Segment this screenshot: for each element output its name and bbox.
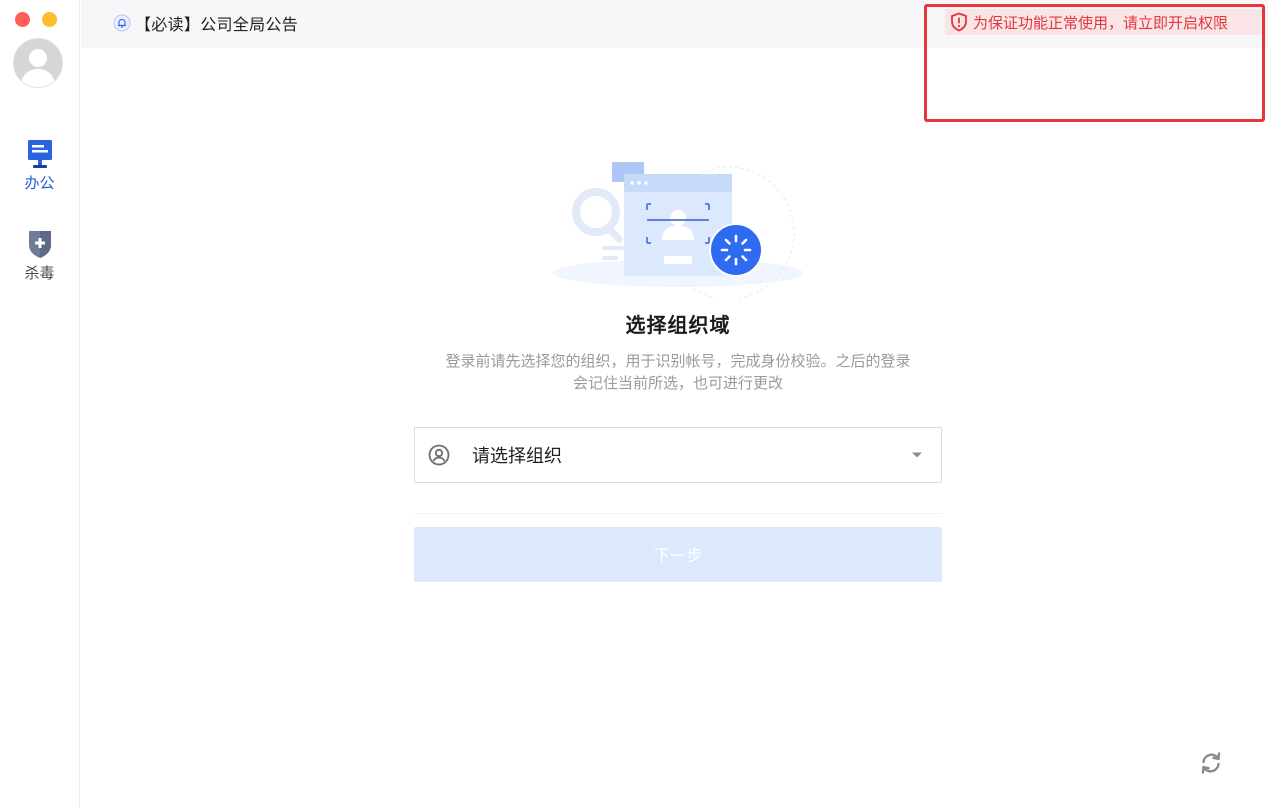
announcement-link[interactable]: 【必读】公司全局公告	[113, 11, 298, 35]
avatar[interactable]	[13, 38, 63, 88]
page-description: 登录前请先选择您的组织，用于识别帐号，完成身份校验。之后的登录 会记住当前所选，…	[414, 350, 942, 394]
next-button[interactable]: 下一步	[414, 527, 942, 582]
refresh-icon[interactable]	[1198, 750, 1224, 776]
caret-down-icon	[912, 452, 922, 458]
shield-alert-icon	[951, 12, 967, 32]
organization-select[interactable]: 请选择组织	[414, 427, 942, 483]
page-title: 选择组织域	[625, 313, 731, 337]
divider	[414, 513, 942, 514]
sidebar-item-label: 办公	[24, 174, 55, 192]
app-window: 办公 杀毒 【必读】公司全局公告 为保证功能正常使用，请立即开启权限 选择组织域…	[0, 0, 1268, 808]
antivirus-shield-icon	[28, 231, 51, 258]
organization-select-value: 请选择组织	[472, 446, 562, 467]
bell-icon	[113, 14, 131, 32]
description-line: 登录前请先选择您的组织，用于识别帐号，完成身份校验。之后的登录	[445, 352, 911, 370]
window-close-button[interactable]	[15, 12, 30, 27]
sidebar-item-office[interactable]: 办公	[0, 138, 79, 192]
office-desktop-icon	[27, 140, 52, 168]
description-line: 会记住当前所选，也可进行更改	[572, 374, 783, 392]
org-scan-loading-illustration	[553, 162, 803, 298]
window-minimize-button[interactable]	[42, 12, 57, 27]
user-circle-icon	[428, 444, 450, 466]
sidebar: 办公 杀毒	[0, 0, 80, 808]
announcement-text: 【必读】公司全局公告	[135, 15, 299, 34]
permission-warning-banner[interactable]: 为保证功能正常使用，请立即开启权限	[945, 9, 1261, 35]
permission-warning-text: 为保证功能正常使用，请立即开启权限	[973, 13, 1229, 32]
sidebar-item-antivirus[interactable]: 杀毒	[0, 228, 79, 282]
sidebar-item-label: 杀毒	[24, 264, 55, 282]
user-avatar-icon	[14, 39, 62, 87]
